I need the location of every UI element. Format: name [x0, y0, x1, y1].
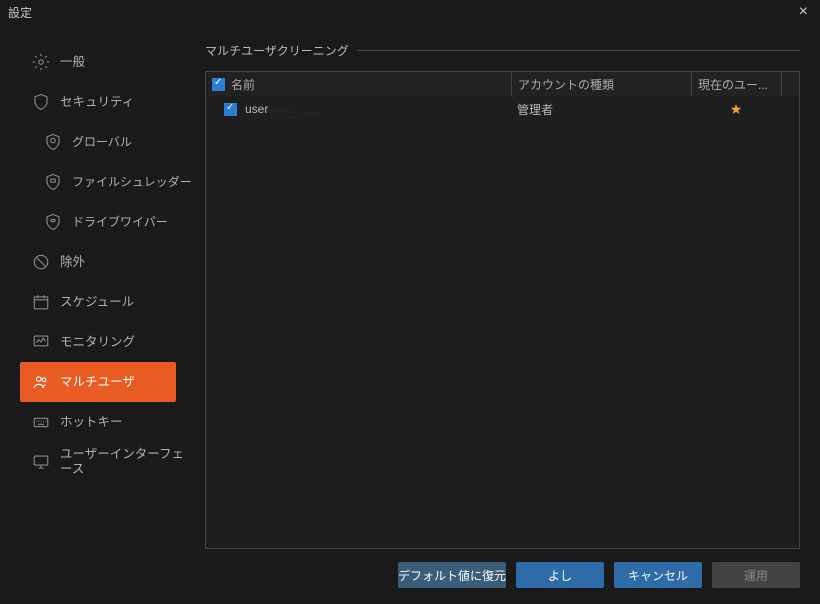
monitor-icon — [32, 333, 50, 351]
sidebar-item-shredder[interactable]: ファイルシュレッダー — [20, 162, 195, 202]
sidebar: 一般 セキュリティ グローバル ファイルシュレッダー ドライブワイパー 除外 ス… — [0, 24, 195, 580]
col-header-spacer — [781, 72, 799, 96]
col-header-type[interactable]: アカウントの種類 — [511, 72, 691, 96]
dialog-buttons: デフォルト値に復元 よし キャンセル 運用 — [398, 562, 800, 588]
cell-type: 管理者 — [511, 101, 691, 118]
shield-globe-icon — [44, 133, 62, 151]
titlebar: 設定 × — [0, 0, 820, 24]
row-checkbox[interactable] — [224, 103, 237, 116]
sidebar-item-ui[interactable]: ユーザーインターフェース — [20, 442, 195, 482]
select-all-checkbox[interactable] — [212, 78, 225, 91]
sidebar-item-schedule[interactable]: スケジュール — [20, 282, 195, 322]
scribble-mark — [266, 106, 326, 124]
display-icon — [32, 453, 50, 471]
sidebar-item-exclude[interactable]: 除外 — [20, 242, 195, 282]
window-title: 設定 — [8, 4, 795, 21]
keyboard-icon — [32, 413, 50, 431]
sidebar-item-label: モニタリング — [60, 335, 135, 350]
sidebar-item-monitoring[interactable]: モニタリング — [20, 322, 195, 362]
user-name: user — [245, 102, 268, 116]
sidebar-item-security[interactable]: セキュリティ — [20, 82, 195, 122]
users-icon — [32, 373, 50, 391]
close-icon[interactable]: × — [795, 3, 812, 21]
sidebar-item-multiuser[interactable]: マルチユーザ — [20, 362, 176, 402]
apply-button[interactable]: 運用 — [712, 562, 800, 588]
sidebar-item-label: マルチユーザ — [60, 375, 135, 390]
drive-icon — [44, 213, 62, 231]
col-header-current[interactable]: 現在のユー... — [691, 72, 781, 96]
shield-icon — [32, 93, 50, 111]
table-header: 名前 アカウントの種類 現在のユー... — [206, 72, 799, 96]
sidebar-item-label: ユーザーインターフェース — [60, 447, 195, 477]
sidebar-item-label: ファイルシュレッダー — [72, 175, 192, 189]
sidebar-item-global[interactable]: グローバル — [20, 122, 195, 162]
sidebar-item-label: セキュリティ — [60, 95, 134, 110]
col-header-name[interactable]: 名前 — [206, 72, 511, 96]
gear-icon — [32, 53, 50, 71]
user-table: 名前 アカウントの種類 現在のユー... user 管理者 ★ — [205, 71, 800, 549]
shredder-icon — [44, 173, 62, 191]
cancel-button[interactable]: キャンセル — [614, 562, 702, 588]
section-header: マルチユーザクリーニング — [205, 42, 800, 59]
cell-name: user — [206, 102, 511, 116]
sidebar-item-label: グローバル — [72, 135, 132, 149]
divider — [357, 50, 800, 51]
exclude-icon — [32, 253, 50, 271]
ok-button[interactable]: よし — [516, 562, 604, 588]
sidebar-item-label: ドライブワイパー — [72, 215, 168, 229]
sidebar-item-label: 一般 — [60, 55, 85, 70]
section-title: マルチユーザクリーニング — [205, 42, 349, 59]
cell-current: ★ — [691, 101, 781, 118]
sidebar-item-drivewiper[interactable]: ドライブワイパー — [20, 202, 195, 242]
table-row[interactable]: user 管理者 ★ — [206, 96, 799, 122]
sidebar-item-label: 除外 — [60, 255, 85, 270]
calendar-icon — [32, 293, 50, 311]
star-icon: ★ — [730, 101, 743, 118]
sidebar-item-label: ホットキー — [60, 415, 123, 430]
content-panel: マルチユーザクリーニング 名前 アカウントの種類 現在のユー... user — [195, 24, 820, 580]
sidebar-item-label: スケジュール — [60, 295, 134, 310]
restore-defaults-button[interactable]: デフォルト値に復元 — [398, 562, 506, 588]
sidebar-item-general[interactable]: 一般 — [20, 42, 195, 82]
sidebar-item-hotkey[interactable]: ホットキー — [20, 402, 195, 442]
